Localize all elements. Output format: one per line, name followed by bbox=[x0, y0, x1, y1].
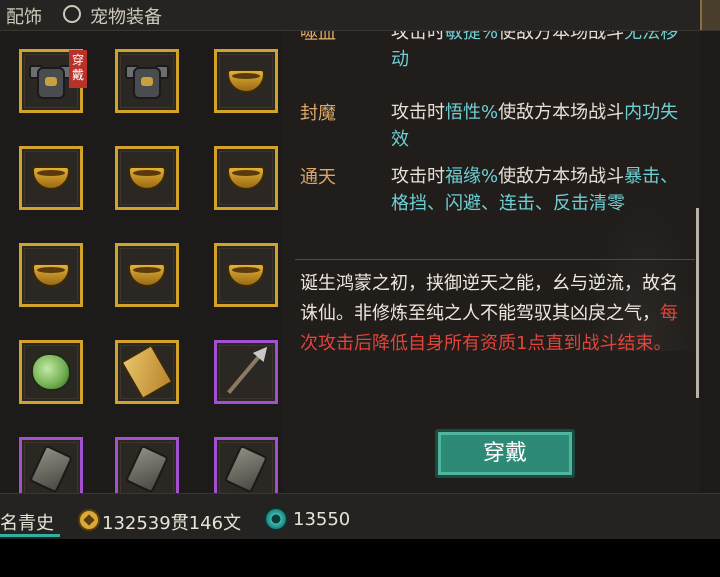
detail-scrollbar[interactable] bbox=[696, 208, 699, 398]
tab-accessories[interactable]: 配饰 bbox=[6, 3, 42, 29]
effect-name: 封魔 bbox=[300, 103, 336, 124]
corner-decoration bbox=[700, 0, 720, 30]
effect-trigger: 攻击时 bbox=[391, 31, 445, 43]
effect-trigger: 攻击时 bbox=[391, 166, 445, 187]
inventory-slot[interactable] bbox=[115, 340, 179, 404]
item-detail-panel: 噬血 攻击时敏捷%使敌方本场战斗无法移动封魔 攻击时悟性%使敌方本场战斗内功失效通天… bbox=[283, 31, 700, 493]
bowl-icon bbox=[227, 69, 265, 93]
bowl-icon bbox=[32, 263, 70, 287]
game-screen: 配饰 宠物装备 穿戴 噬血 攻击时敏捷%使敌方本场战斗无法移动 封魔 攻击时悟性%使敌… bbox=[0, 0, 720, 577]
jade-icon bbox=[264, 507, 288, 531]
tab-pet-equipment[interactable]: 宠物装备 bbox=[90, 3, 162, 29]
letterbox bbox=[0, 539, 720, 577]
effect-stat: 敏捷% bbox=[445, 31, 499, 43]
equip-button[interactable]: 穿戴 bbox=[435, 429, 575, 478]
bowl-icon bbox=[128, 263, 166, 287]
effect-name: 通天 bbox=[300, 167, 336, 188]
cabbage-icon bbox=[31, 353, 71, 391]
effect-desc: 攻击时敏捷%使敌方本场战斗无法移动 bbox=[391, 31, 693, 73]
effect-name: 噬血 bbox=[300, 31, 336, 44]
stone-icon bbox=[124, 444, 170, 493]
divider bbox=[295, 259, 695, 260]
card-icon bbox=[120, 343, 174, 401]
inventory-slot[interactable] bbox=[115, 437, 179, 493]
status-bar: 名青史 132539贯146文 13550 bbox=[0, 493, 720, 539]
inventory-slot[interactable] bbox=[19, 146, 83, 210]
inventory-slot[interactable] bbox=[214, 146, 278, 210]
effect-mid: 使敌方本场战斗 bbox=[498, 102, 625, 123]
inventory-grid: 穿戴 bbox=[0, 31, 290, 493]
inventory-slot[interactable] bbox=[19, 243, 83, 307]
effect-trigger: 攻击时 bbox=[391, 102, 445, 123]
copper-coin-icon bbox=[78, 509, 100, 531]
pet-equipment-radio[interactable] bbox=[63, 5, 81, 23]
inventory-slot[interactable] bbox=[115, 243, 179, 307]
fame-title[interactable]: 名青史 bbox=[0, 509, 54, 535]
effect-desc: 攻击时悟性%使敌方本场战斗内功失效 bbox=[391, 99, 693, 153]
inventory-slot[interactable] bbox=[115, 146, 179, 210]
armor-icon bbox=[29, 61, 73, 101]
bowl-icon bbox=[227, 263, 265, 287]
money-amount: 132539贯146文 bbox=[102, 513, 242, 534]
inventory-slot[interactable] bbox=[214, 437, 278, 493]
item-lore: 诞生鸿蒙之初，挟御逆天之能，幺与逆流，故名诛仙。非修炼至纯之人不能驾驭其凶戾之气… bbox=[300, 269, 690, 359]
bowl-icon bbox=[32, 166, 70, 190]
jade-amount: 13550 bbox=[293, 509, 351, 530]
effect-mid: 使敌方本场战斗 bbox=[498, 31, 625, 43]
effect-stat: 悟性% bbox=[445, 102, 499, 123]
equipped-badge: 穿戴 bbox=[69, 50, 87, 88]
inventory-slot[interactable] bbox=[214, 243, 278, 307]
stone-icon bbox=[28, 444, 74, 493]
lore-text: 诞生鸿蒙之初，挟御逆天之能，幺与逆流，故名诛仙。非修炼至纯之人不能驾驭其凶戾之气… bbox=[300, 273, 678, 324]
top-tab-bar: 配饰 宠物装备 bbox=[0, 0, 720, 31]
effect-desc: 攻击时福缘%使敌方本场战斗暴击、格挡、闪避、连击、反击清零 bbox=[391, 163, 693, 217]
inventory-slot[interactable]: 穿戴 bbox=[19, 49, 87, 113]
inventory-slot[interactable] bbox=[115, 49, 179, 113]
stone-icon bbox=[223, 444, 269, 493]
bowl-icon bbox=[128, 166, 166, 190]
armor-icon bbox=[125, 61, 169, 101]
spear-icon bbox=[227, 350, 265, 394]
effect-mid: 使敌方本场战斗 bbox=[498, 166, 625, 187]
fame-tab-indicator bbox=[0, 534, 60, 537]
inventory-slot[interactable] bbox=[19, 437, 83, 493]
inventory-slot[interactable] bbox=[19, 340, 83, 404]
inventory-slot[interactable] bbox=[214, 49, 278, 113]
inventory-slot[interactable] bbox=[214, 340, 278, 404]
bowl-icon bbox=[227, 166, 265, 190]
effect-stat: 福缘% bbox=[445, 166, 499, 187]
